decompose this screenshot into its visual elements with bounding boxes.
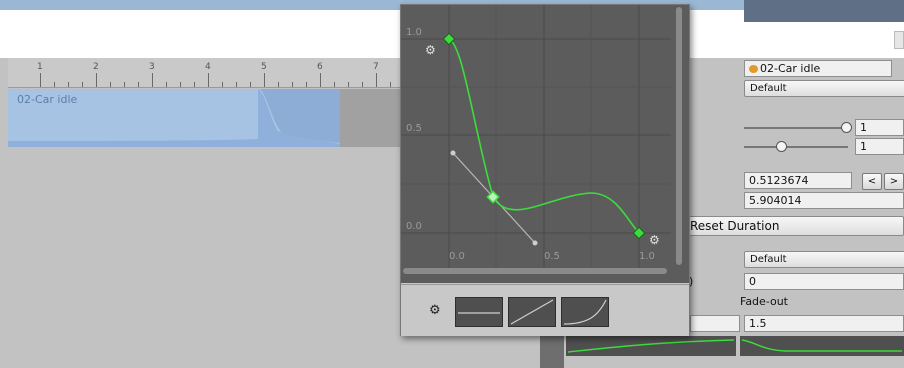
ruler-major-tick bbox=[208, 73, 209, 87]
clip-object-value: 02-Car idle bbox=[760, 62, 821, 75]
ruler-major-tick bbox=[376, 73, 377, 87]
ruler-minor-tick bbox=[110, 82, 111, 87]
ruler-minor-tick bbox=[362, 82, 363, 87]
ruler-major-tick bbox=[96, 73, 97, 87]
preset-flat-button[interactable] bbox=[455, 297, 503, 327]
ruler-minor-tick bbox=[334, 82, 335, 87]
curve-presets-bar: ⚙ bbox=[401, 284, 689, 336]
ruler-tick-label: 3 bbox=[149, 62, 155, 72]
ruler-minor-tick bbox=[306, 82, 307, 87]
ruler-tick-label: 4 bbox=[205, 62, 211, 72]
fade-out-label: Fade-out bbox=[740, 295, 788, 308]
slider-value-2[interactable]: 1 bbox=[855, 138, 904, 155]
ruler-tick-label: 1 bbox=[37, 62, 43, 72]
ease-value-field[interactable]: 0 bbox=[744, 273, 904, 290]
ruler-minor-tick bbox=[250, 82, 251, 87]
slider-knob-1[interactable] bbox=[841, 122, 852, 133]
ruler-minor-tick bbox=[54, 82, 55, 87]
x-label-1: 1.0 bbox=[639, 251, 655, 262]
ruler-minor-tick bbox=[390, 82, 391, 87]
ruler-tick-label: 6 bbox=[317, 62, 323, 72]
clip-extension-area bbox=[340, 89, 404, 147]
ruler-major-tick bbox=[264, 73, 265, 87]
x-label-0: 0.0 bbox=[449, 251, 465, 262]
preset-linear-button[interactable] bbox=[508, 297, 556, 327]
ruler-major-tick bbox=[320, 73, 321, 87]
reset-duration-button[interactable]: Reset Duration bbox=[685, 216, 904, 236]
slider-knob-2[interactable] bbox=[776, 141, 787, 152]
timeline-clip[interactable]: 02-Car idle bbox=[8, 89, 340, 147]
ruler-minor-tick bbox=[82, 82, 83, 87]
y-label-1: 1.0 bbox=[406, 27, 422, 38]
ruler-tick-label: 7 bbox=[373, 62, 379, 72]
clip-object-field[interactable]: 02-Car idle bbox=[744, 60, 892, 77]
ease-curve-dropdown-value: Default bbox=[750, 254, 787, 265]
ruler-minor-tick bbox=[166, 82, 167, 87]
curve-editor-popup[interactable]: 1.0 0.5 0.0 0.0 0.5 1.0 ⚙ ⚙ ⚙ bbox=[400, 4, 690, 336]
x-label-0-5: 0.5 bbox=[544, 251, 560, 262]
inspector-header-band bbox=[744, 22, 904, 58]
ruler-minor-tick bbox=[194, 82, 195, 87]
header-button[interactable] bbox=[894, 31, 904, 49]
blend-curve-dropdown[interactable]: Default bbox=[744, 80, 904, 97]
inspector-header-strip bbox=[744, 0, 904, 22]
reset-duration-label: Reset Duration bbox=[690, 219, 780, 233]
ease-curve-dropdown[interactable]: Default bbox=[744, 251, 904, 268]
y-label-0-5: 0.5 bbox=[406, 123, 422, 134]
ruler-minor-tick bbox=[236, 82, 237, 87]
timeline-track-area[interactable] bbox=[8, 148, 404, 368]
ruler-tick-label: 5 bbox=[261, 62, 267, 72]
ruler-minor-tick bbox=[138, 82, 139, 87]
ruler-major-tick bbox=[40, 73, 41, 87]
curve-svg bbox=[401, 5, 682, 274]
fade-in-preview bbox=[566, 336, 736, 356]
fade-out-preview bbox=[740, 336, 904, 356]
preset-ease-in-button[interactable] bbox=[561, 297, 609, 327]
curve-graph[interactable]: 1.0 0.5 0.0 0.0 0.5 1.0 ⚙ ⚙ bbox=[401, 5, 689, 283]
previous-button[interactable]: < bbox=[862, 173, 882, 190]
linear-curve-icon bbox=[510, 299, 554, 325]
ruler-minor-tick bbox=[278, 82, 279, 87]
clip-label: 02-Car idle bbox=[17, 93, 78, 106]
fade-in-value-field[interactable] bbox=[690, 315, 740, 332]
key-settings-icon[interactable]: ⚙ bbox=[425, 43, 436, 57]
slider-track-1[interactable] bbox=[744, 127, 848, 129]
ruler-minor-tick bbox=[124, 82, 125, 87]
ruler-minor-tick bbox=[292, 82, 293, 87]
splitter-handle[interactable] bbox=[540, 336, 564, 368]
y-label-0: 0.0 bbox=[406, 221, 422, 232]
value-field-a[interactable]: 0.5123674 bbox=[744, 172, 852, 189]
fade-out-value-field[interactable]: 1.5 bbox=[744, 315, 904, 332]
audio-clip-icon bbox=[749, 65, 758, 73]
ruler-minor-tick bbox=[222, 82, 223, 87]
slider-track-2[interactable] bbox=[744, 146, 848, 148]
inspector-panel: 02-Car idle Default 1 1 0.5123674 < > 5.… bbox=[685, 58, 904, 368]
ease-in-curve-icon bbox=[563, 299, 607, 325]
key-settings-icon[interactable]: ⚙ bbox=[649, 233, 660, 247]
value-field-b[interactable]: 5.904014 bbox=[744, 192, 904, 209]
ruler-minor-tick bbox=[68, 82, 69, 87]
ruler-major-tick bbox=[152, 73, 153, 87]
ruler-tick-label: 2 bbox=[93, 62, 99, 72]
ruler-minor-tick bbox=[180, 82, 181, 87]
next-button[interactable]: > bbox=[884, 173, 904, 190]
ruler-minor-tick bbox=[348, 82, 349, 87]
slider-value-1[interactable]: 1 bbox=[855, 119, 904, 136]
flat-curve-icon bbox=[458, 312, 500, 314]
fade-curve-previews bbox=[566, 336, 904, 356]
blend-curve-dropdown-value: Default bbox=[750, 83, 787, 94]
preset-settings-icon[interactable]: ⚙ bbox=[429, 303, 441, 318]
